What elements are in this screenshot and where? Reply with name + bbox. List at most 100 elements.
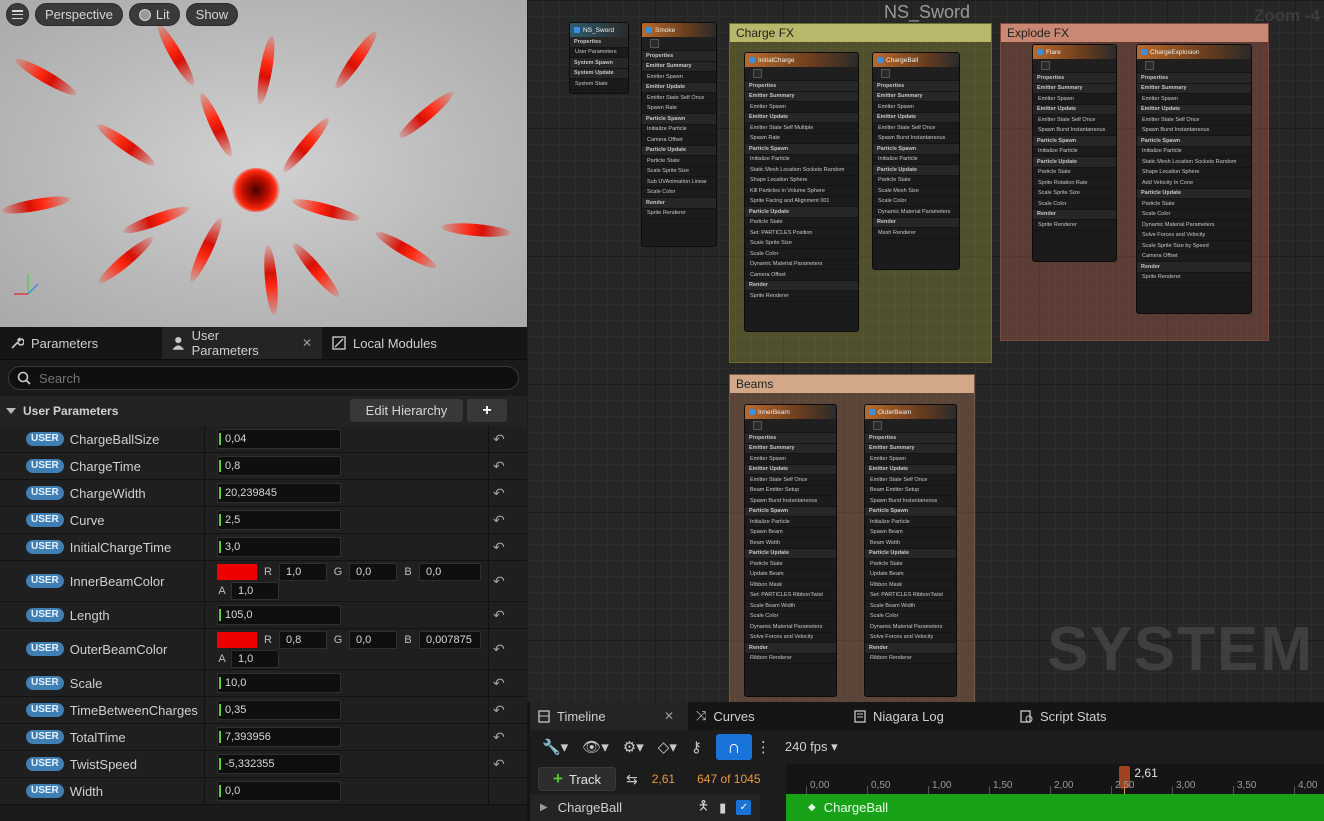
reset-to-default-icon[interactable]: ↶ bbox=[493, 729, 505, 746]
node-module-row[interactable]: Sub UVAnimation Linear bbox=[642, 177, 716, 188]
node-module-row[interactable]: Particle Spawn bbox=[745, 506, 836, 517]
node-module-row[interactable]: Emitter Summary bbox=[1137, 83, 1251, 94]
person-icon[interactable]: 🯅 bbox=[698, 797, 709, 819]
node-module-row[interactable]: Render bbox=[865, 643, 956, 654]
node-module-row[interactable]: Mesh Renderer bbox=[873, 228, 959, 239]
node-module-row[interactable]: Sprite Renderer bbox=[745, 291, 858, 302]
node-module-row[interactable]: Particle Update bbox=[1033, 157, 1116, 168]
node-module-row[interactable]: Properties bbox=[642, 51, 716, 62]
node-module-row[interactable]: Scale Beam Width bbox=[865, 601, 956, 612]
node-module-row[interactable]: Ribbon Renderer bbox=[865, 654, 956, 664]
node-module-row[interactable]: Particle State bbox=[745, 218, 858, 228]
keyframe-dropdown-icon[interactable]: ◇▾ bbox=[658, 738, 677, 756]
node-module-row[interactable]: Emitter Update bbox=[745, 112, 858, 123]
b-field[interactable]: 0,0 bbox=[419, 563, 481, 581]
node-module-row[interactable]: Emitter Update bbox=[1137, 104, 1251, 115]
node-module-row[interactable]: Dynamic Material Parameters bbox=[745, 260, 858, 270]
node-module-row[interactable]: Spawn Burst Instantaneous bbox=[873, 134, 959, 144]
filter-icon[interactable]: ⇆ bbox=[626, 771, 638, 788]
node-header[interactable]: ChargeExplosion bbox=[1137, 45, 1251, 59]
g-field[interactable]: 0,0 bbox=[349, 563, 397, 581]
emitter-node-initial-charge[interactable]: InitialCharge Properties Emitter Summary Em… bbox=[744, 52, 859, 332]
node-module-row[interactable]: Beam Width bbox=[745, 538, 836, 549]
node-module-row[interactable]: Dynamic Material Parameters bbox=[865, 622, 956, 633]
node-module-row[interactable]: Camera Offset bbox=[1137, 252, 1251, 262]
parameter-value-field[interactable]: 105,0 bbox=[217, 605, 341, 625]
enable-checkbox[interactable] bbox=[1141, 49, 1147, 55]
close-tab-icon[interactable]: ✕ bbox=[664, 709, 674, 723]
tab-script-stats[interactable]: Script Stats bbox=[1012, 702, 1114, 730]
b-field[interactable]: 0,007875 bbox=[419, 631, 481, 649]
color-swatch[interactable] bbox=[217, 564, 257, 580]
lit-button[interactable]: Lit bbox=[128, 3, 180, 26]
parameter-value-field[interactable]: 0,04 bbox=[217, 429, 341, 449]
node-module-row[interactable]: Render bbox=[642, 198, 716, 209]
node-module-row[interactable]: Scale Color bbox=[1033, 199, 1116, 210]
node-module-row[interactable]: Emitter Update bbox=[873, 112, 959, 123]
node-module-row[interactable]: Scale Color bbox=[1137, 210, 1251, 220]
node-module-row[interactable]: Emitter Summary bbox=[642, 61, 716, 72]
node-module-row[interactable]: Update Beam bbox=[745, 570, 836, 580]
system-overview-graph[interactable]: NS_Sword Zoom -4 Charge FX Explode FX Be… bbox=[527, 0, 1324, 702]
node-module-row[interactable]: Scale Beam Width bbox=[745, 601, 836, 612]
node-module-row[interactable]: Emitter Update bbox=[865, 464, 956, 475]
node-module-row[interactable]: Emitter Spawn bbox=[873, 102, 959, 113]
keyframe-diamond-icon[interactable]: ◆ bbox=[808, 802, 816, 813]
node-module-row[interactable]: Solve Forces and Velocity bbox=[745, 633, 836, 643]
node-module-row[interactable]: Render bbox=[1137, 262, 1251, 273]
node-module-row[interactable]: Scale Color bbox=[865, 612, 956, 622]
enable-checkbox[interactable] bbox=[877, 57, 883, 63]
node-module-row[interactable]: Particle Spawn bbox=[873, 144, 959, 155]
node-module-row[interactable]: Emitter State Self Once bbox=[865, 475, 956, 486]
node-module-row[interactable]: Particle Update bbox=[873, 165, 959, 176]
reset-to-default-icon[interactable]: ↶ bbox=[493, 539, 505, 556]
node-module-row[interactable]: User Parameters bbox=[570, 48, 628, 58]
node-module-row[interactable]: Emitter State Self Once bbox=[873, 123, 959, 134]
node-module-row[interactable]: Scale Sprite Size bbox=[642, 167, 716, 177]
node-module-row[interactable]: Spawn Rate bbox=[642, 104, 716, 114]
emitter-node-inner-beam[interactable]: InnerBeam Properties Emitter Summary Emitte… bbox=[744, 404, 837, 697]
node-module-row[interactable]: Properties bbox=[745, 433, 836, 444]
system-node[interactable]: NS_Sword Properties User Parameters System … bbox=[569, 22, 629, 94]
preview-viewport[interactable]: Perspective Lit Show bbox=[0, 0, 527, 327]
node-module-row[interactable]: Particle State bbox=[745, 559, 836, 570]
node-module-row[interactable]: Emitter Spawn bbox=[745, 102, 858, 113]
parameter-value-field[interactable]: 10,0 bbox=[217, 673, 341, 693]
reset-to-default-icon[interactable]: ↶ bbox=[493, 702, 505, 719]
node-module-row[interactable]: Scale Mesh Size bbox=[873, 186, 959, 197]
viewport-menu-button[interactable] bbox=[6, 3, 29, 26]
track-bar[interactable]: ◆ ChargeBall bbox=[786, 794, 1324, 821]
collapse-triangle-icon[interactable] bbox=[6, 408, 16, 414]
node-module-row[interactable]: Properties bbox=[1137, 73, 1251, 84]
node-module-row[interactable]: Solve Forces and Velocity bbox=[865, 633, 956, 643]
node-module-row[interactable]: Emitter Summary bbox=[865, 443, 956, 454]
node-module-row[interactable]: Emitter State Self Once bbox=[1137, 115, 1251, 126]
node-module-row[interactable]: Scale Sprite Size bbox=[745, 239, 858, 249]
node-module-row[interactable]: Initialize Particle bbox=[745, 155, 858, 165]
emitter-node-charge-ball[interactable]: ChargeBall Properties Emitter Summary Emitt… bbox=[872, 52, 960, 270]
node-module-row[interactable]: Emitter Update bbox=[745, 464, 836, 475]
tab-curves[interactable]: ⤨ Curves bbox=[688, 702, 846, 730]
node-module-row[interactable]: Set: PARTICLES RibbonTwist bbox=[865, 591, 956, 601]
node-module-row[interactable]: Emitter Spawn bbox=[1137, 94, 1251, 105]
node-module-row[interactable]: Initialize Particle bbox=[865, 517, 956, 528]
node-module-row[interactable]: Spawn Rate bbox=[745, 134, 858, 144]
more-options-icon[interactable]: ⋮ bbox=[756, 738, 771, 756]
enable-checkbox[interactable] bbox=[574, 27, 580, 33]
node-module-row[interactable]: Emitter Summary bbox=[745, 443, 836, 454]
expand-arrow-icon[interactable]: ▶ bbox=[540, 802, 548, 813]
reset-to-default-icon[interactable]: ↶ bbox=[493, 431, 505, 448]
enabled-checkbox[interactable]: ✓ bbox=[736, 800, 752, 815]
enable-checkbox[interactable] bbox=[646, 27, 652, 33]
node-header[interactable]: NS_Sword bbox=[570, 23, 628, 37]
node-module-row[interactable]: Particle State bbox=[642, 156, 716, 167]
node-module-row[interactable]: Static Mesh Location Sockets Random bbox=[745, 165, 858, 176]
node-module-row[interactable]: Dynamic Material Parameters bbox=[1137, 220, 1251, 231]
enable-checkbox[interactable] bbox=[749, 409, 755, 415]
node-module-row[interactable]: Spawn Burst Instantaneous bbox=[1137, 126, 1251, 136]
close-tab-icon[interactable]: ✕ bbox=[302, 336, 312, 350]
reset-to-default-icon[interactable]: ↶ bbox=[493, 641, 505, 658]
edit-hierarchy-button[interactable]: Edit Hierarchy bbox=[350, 399, 463, 422]
node-module-row[interactable]: Particle Spawn bbox=[642, 114, 716, 125]
node-module-row[interactable]: Properties bbox=[865, 433, 956, 444]
